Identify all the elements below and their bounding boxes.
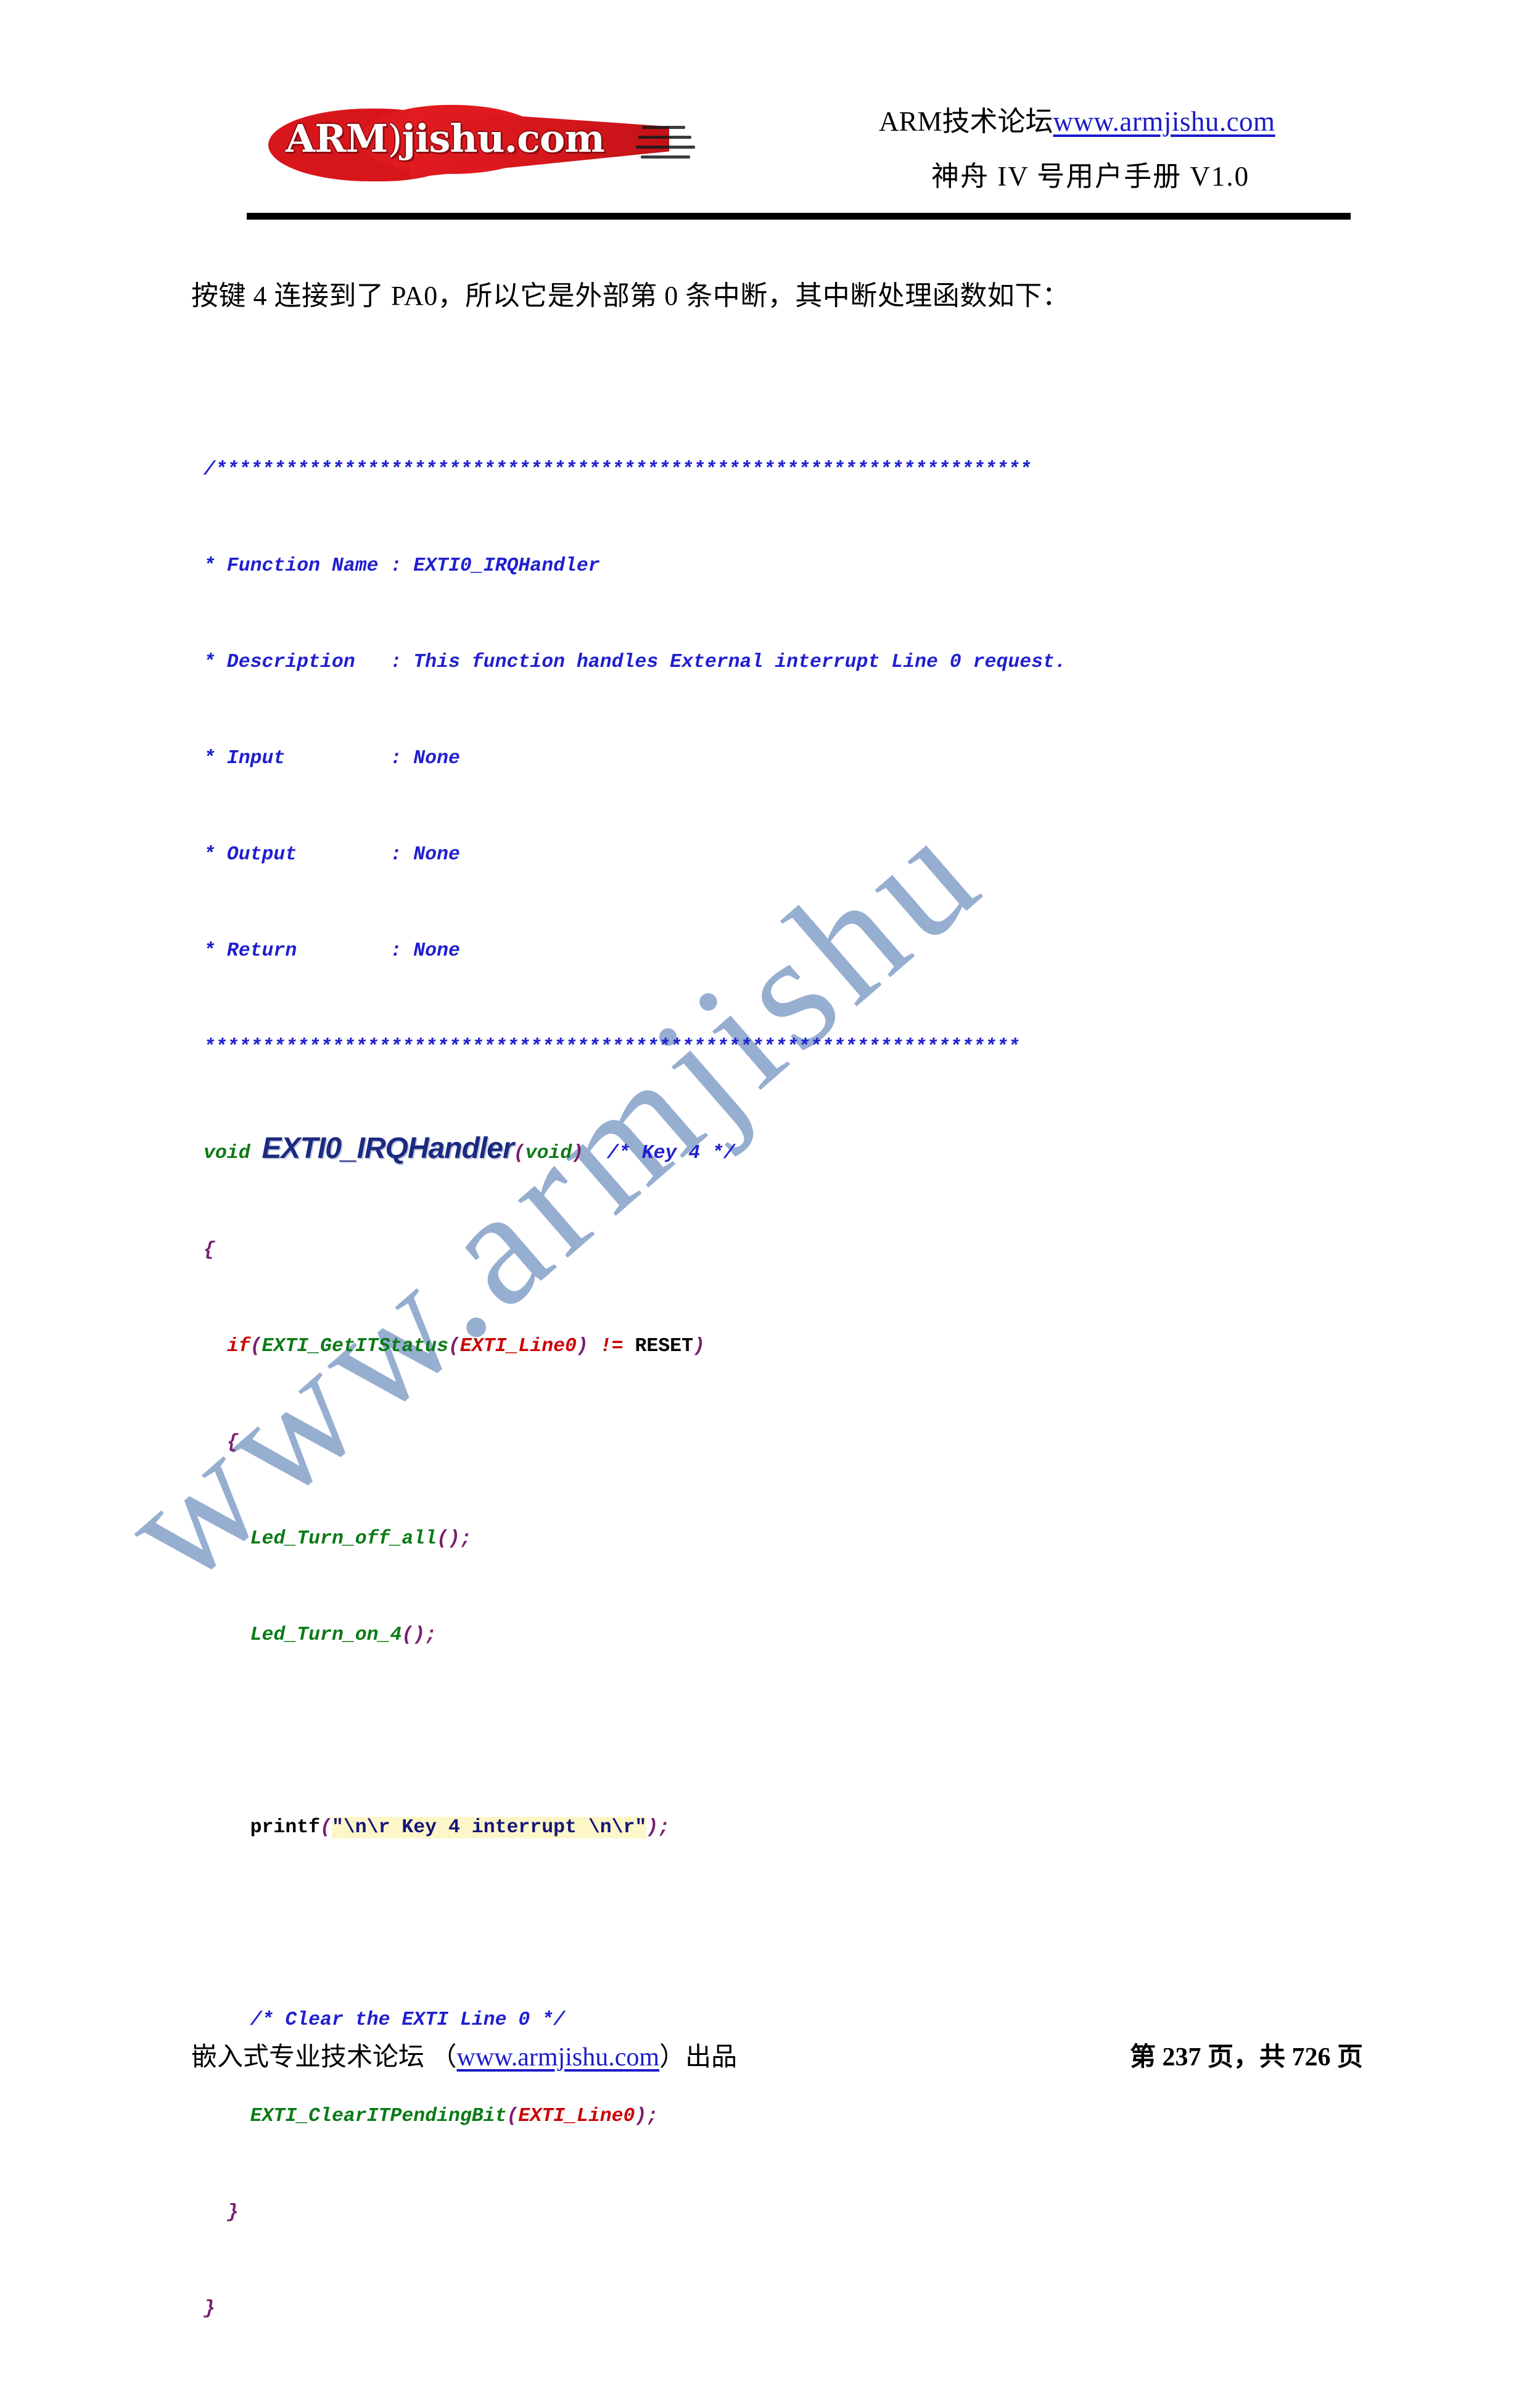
- clear-argument: EXTI_Line0: [518, 2106, 635, 2127]
- comment-value-output: None: [413, 844, 460, 866]
- page-header: ARM)jishu.com ARM技术论坛www.armjishu.com 神舟…: [247, 86, 1351, 213]
- signature-open-paren: (: [513, 1143, 525, 1164]
- brace-close-function: }: [204, 2298, 215, 2320]
- clear-exti-comment: /* Clear the EXTI Line 0 */: [250, 2009, 566, 2031]
- signature-function-name: EXTI0_IRQHandler: [261, 1132, 514, 1165]
- if-arg-close-paren: ): [576, 1336, 588, 1357]
- footer-credit: 嵌入式专业技术论坛 （www.armjishu.com）出品: [191, 2036, 737, 2073]
- clear-it-pending-bit-call: EXTI_ClearITPendingBit: [250, 2106, 507, 2127]
- comment-colon: :: [390, 555, 414, 577]
- if-function-call: EXTI_GetITStatus: [261, 1336, 448, 1357]
- call-parens: ();: [401, 1624, 437, 1646]
- logo-text-paren: ): [387, 116, 402, 161]
- printf-open-paren: (: [320, 1817, 332, 1838]
- comment-colon: :: [390, 844, 414, 866]
- clear-close-paren: ): [635, 2106, 647, 2127]
- comment-value-input: None: [413, 748, 460, 769]
- logo-text-arm: ARM: [286, 116, 388, 161]
- code-line-comment-4: * Return : None: [204, 939, 1066, 963]
- header-title-cn: ARM技术论坛: [879, 106, 1053, 137]
- if-arg-open-paren: (: [448, 1336, 460, 1357]
- comment-colon: :: [390, 651, 414, 673]
- comment-colon: :: [390, 748, 414, 769]
- code-line-if-statement: if(EXTI_GetITStatus(EXTI_Line0) != RESET…: [204, 1334, 1066, 1358]
- code-line-brace-open-if: {: [204, 1431, 1066, 1455]
- comment-value-return: None: [413, 940, 460, 962]
- clear-open-paren: (: [506, 2106, 519, 2127]
- footer-suffix: ）出品: [659, 2043, 738, 2072]
- brace-close-if: }: [226, 2202, 239, 2223]
- code-line-comment-0: * Function Name : EXTI0_IRQHandler: [204, 554, 1066, 578]
- if-close-paren: ): [693, 1336, 705, 1357]
- call-parens: ();: [437, 1528, 472, 1550]
- code-line-printf: printf("\n\r Key 4 interrupt \n\r");: [204, 1816, 1066, 1840]
- code-line-signature: void EXTI0_IRQHandler(void) /* Key 4 */: [204, 1131, 1066, 1166]
- printf-string-literal: "\n\r Key 4 interrupt \n\r": [331, 1817, 647, 1838]
- signature-close-paren: ): [572, 1143, 584, 1164]
- printf-semicolon: ;: [658, 1817, 670, 1838]
- signature-param: void: [525, 1143, 572, 1164]
- brace-open-function: {: [204, 1239, 215, 1261]
- signature-trailing-comment: /* Key 4 */: [606, 1143, 735, 1164]
- if-rhs-value: RESET: [635, 1336, 693, 1357]
- code-line-call-1: Led_Turn_on_4();: [204, 1623, 1066, 1647]
- code-line-comment-1: * Description : This function handles Ex…: [204, 650, 1066, 674]
- page-footer: 嵌入式专业技术论坛 （www.armjishu.com）出品 第 237 页，共…: [191, 2036, 1363, 2091]
- armjishu-logo: ARM)jishu.com: [268, 97, 700, 190]
- logo-wordmark: ARM)jishu.com: [286, 116, 605, 161]
- printf-name: printf: [250, 1817, 321, 1838]
- if-argument: EXTI_Line0: [459, 1336, 577, 1357]
- code-line-brace-close-if: }: [204, 2201, 1066, 2225]
- code-line-clear-call: EXTI_ClearITPendingBit(EXTI_Line0);: [204, 2104, 1066, 2128]
- comment-banner-top: /***************************************…: [204, 459, 1032, 481]
- header-subtitle: 神舟 IV 号用户手册 V1.0: [931, 161, 1250, 192]
- comment-label-input: * Input: [204, 748, 390, 769]
- code-line-comment-3: * Output : None: [204, 843, 1066, 867]
- comment-colon: :: [390, 940, 414, 962]
- footer-prefix: 嵌入式专业技术论坛 （: [191, 2043, 457, 2072]
- comment-value-description: This function handles External interrupt…: [413, 651, 1066, 673]
- page-number: 第 237 页，共 726 页: [1129, 2043, 1363, 2072]
- document-page: ARM)jishu.com ARM技术论坛www.armjishu.com 神舟…: [0, 0, 1540, 2320]
- header-divider: [247, 213, 1351, 220]
- code-line-banner-bottom: ****************************************…: [204, 1035, 1066, 1059]
- header-titles: ARM技术论坛www.armjishu.com 神舟 IV 号用户手册 V1.0: [672, 99, 1351, 194]
- if-open-paren: (: [250, 1336, 262, 1357]
- footer-site-link[interactable]: www.armjishu.com: [457, 2043, 660, 2072]
- comment-label-description: * Description: [204, 651, 390, 673]
- call-led-turn-off-all: Led_Turn_off_all: [250, 1528, 437, 1550]
- code-line-brace-open-function: {: [204, 1238, 1066, 1262]
- code-block: /***************************************…: [204, 386, 1066, 2393]
- code-line-blank-2: [204, 1912, 1066, 1936]
- comment-value-function-name: EXTI0_IRQHandler: [413, 555, 600, 577]
- header-site-link[interactable]: www.armjishu.com: [1053, 106, 1275, 137]
- signature-return-type: void: [204, 1143, 250, 1164]
- clear-semicolon: ;: [646, 2106, 659, 2127]
- code-line-banner-top: /***************************************…: [204, 458, 1066, 482]
- logo-text-jishu: jishu.com: [401, 116, 604, 161]
- call-led-turn-on-4: Led_Turn_on_4: [250, 1624, 402, 1646]
- intro-paragraph: 按键 4 连接到了 PA0，所以它是外部第 0 条中断，其中断处理函数如下：: [191, 281, 1070, 311]
- brace-open-if: {: [226, 1432, 239, 1453]
- comment-banner-bottom: ****************************************…: [204, 1036, 1020, 1058]
- comment-label-output: * Output: [204, 844, 390, 866]
- code-line-comment-2: * Input : None: [204, 746, 1066, 771]
- if-operator: !=: [599, 1336, 624, 1357]
- code-line-brace-close-function: }: [204, 2297, 1066, 2321]
- code-line-blank-1: [204, 1719, 1066, 1743]
- code-line-clear-comment: /* Clear the EXTI Line 0 */: [204, 2008, 1066, 2032]
- comment-label-function-name: * Function Name: [204, 555, 390, 577]
- header-title-line: ARM技术论坛www.armjishu.com: [672, 99, 1351, 139]
- if-keyword: if: [226, 1336, 250, 1357]
- code-line-call-0: Led_Turn_off_all();: [204, 1527, 1066, 1551]
- printf-close-paren: ): [646, 1817, 659, 1838]
- comment-label-return: * Return: [204, 940, 390, 962]
